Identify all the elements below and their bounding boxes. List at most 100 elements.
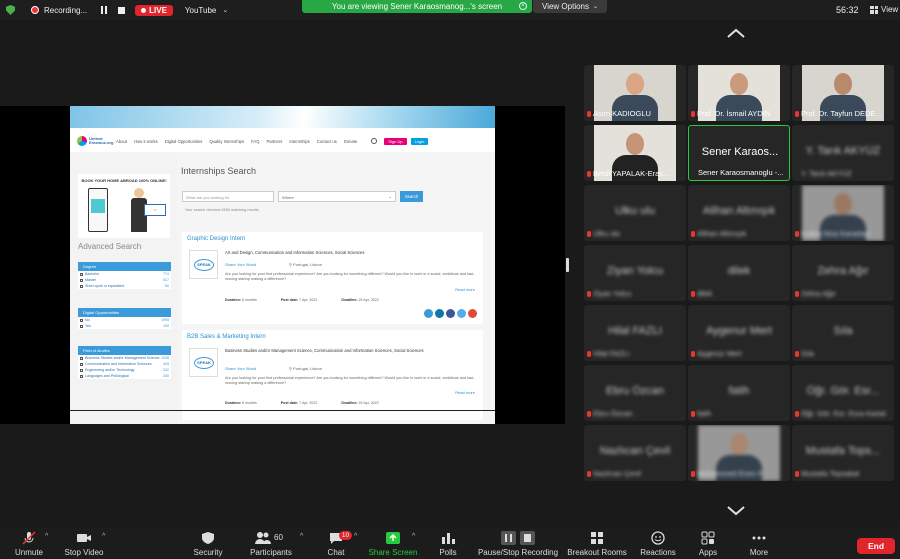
participants-button[interactable]: 60 Participants: [248, 527, 294, 559]
checkbox[interactable]: [80, 278, 83, 282]
view-button[interactable]: View: [870, 5, 898, 14]
nav-link-faq[interactable]: FAQ: [251, 139, 259, 144]
chevron-up-icon[interactable]: ^: [412, 533, 415, 540]
checkbox[interactable]: [80, 356, 83, 360]
participant-display-name: dilek: [727, 265, 751, 277]
checkbox[interactable]: [80, 368, 83, 372]
filter-option[interactable]: Yes 159: [78, 323, 171, 329]
participant-tile[interactable]: Muhammed Enes P.: [688, 425, 790, 481]
search-input[interactable]: What are you looking for: [182, 191, 274, 202]
participant-tile[interactable]: Asım KADIOGLU: [584, 65, 686, 121]
participant-tile[interactable]: Prof. Dr. İsmail AYDIN: [688, 65, 790, 121]
participant-tile[interactable]: Betül YAPALAK-Eras...: [584, 125, 686, 181]
participant-tile[interactable]: dilek dilek: [688, 245, 790, 301]
google-plus-icon[interactable]: [468, 309, 477, 318]
filter-heading: Digital Opportunities: [78, 308, 171, 317]
shield-icon[interactable]: [6, 5, 15, 15]
view-options-button[interactable]: View Options ⌄: [533, 0, 608, 13]
listing-company[interactable]: Share Your World: [225, 262, 256, 267]
shared-screen[interactable]: Unitest Erasmus.org About How it works D…: [0, 106, 565, 424]
participant-tile[interactable]: Kubra Nisa Karadayı: [792, 185, 894, 241]
nav-link-how-it-works[interactable]: How it works: [134, 139, 158, 144]
participant-tile[interactable]: Aygenur Mert Aygenur Mert: [688, 305, 790, 361]
participant-tile[interactable]: Hilal FAZLI Hilal FAZLI: [584, 305, 686, 361]
listing-company[interactable]: Share Your World: [225, 366, 256, 371]
security-button[interactable]: Security: [190, 527, 226, 559]
signup-button[interactable]: Sign Up: [384, 137, 407, 145]
participant-tile[interactable]: Alihan Altınışık Alihan Altınışık: [688, 185, 790, 241]
chevron-up-icon[interactable]: ^: [300, 533, 303, 540]
unmute-button[interactable]: Unmute: [12, 527, 46, 559]
breakout-rooms-button[interactable]: Breakout Rooms: [566, 527, 628, 559]
chevron-up-icon[interactable]: [726, 27, 746, 39]
search-icon[interactable]: [371, 138, 378, 144]
listing-title[interactable]: B2B Sales & Marketing Intern: [187, 334, 266, 340]
participant-tile[interactable]: Ulku ulu Ulku ulu: [584, 185, 686, 241]
participant-tile[interactable]: Öğr. Gör. Esr... Öğr. Gör. Esr. Esra Kart…: [792, 365, 894, 421]
more-button[interactable]: More: [746, 527, 772, 559]
participant-tile[interactable]: Zehra Ağır Zehra Ağır: [792, 245, 894, 301]
read-more-link[interactable]: Read more: [455, 287, 475, 292]
chevron-up-icon[interactable]: ^: [45, 533, 48, 540]
close-icon[interactable]: ×: [519, 2, 527, 10]
nav-link-partners[interactable]: Partners: [266, 139, 282, 144]
participant-tile[interactable]: Nazlıcan Çevil Nazlıcan Çevil: [584, 425, 686, 481]
checkbox[interactable]: [80, 324, 83, 328]
site-logo[interactable]: Unitest Erasmus.org: [77, 136, 113, 146]
more-dots-icon: [752, 536, 766, 540]
nav-link-about[interactable]: About: [116, 139, 127, 144]
where-select[interactable]: Where ⌄: [278, 191, 396, 202]
nav-link-digital-opportunities[interactable]: Digital Opportunities: [165, 139, 203, 144]
checkbox[interactable]: [80, 284, 83, 288]
twitter-icon[interactable]: [457, 309, 466, 318]
participant-tile[interactable]: Prof. Dr. Tayfun DEDE...: [792, 65, 894, 121]
linkedin-icon[interactable]: [435, 309, 444, 318]
checkbox[interactable]: [80, 362, 83, 366]
nav-link-quality-internships[interactable]: Quality Internships: [209, 139, 244, 144]
nav-link-internships[interactable]: Internships: [289, 139, 309, 144]
filter-option[interactable]: Short cycle or equivalent 60: [78, 283, 171, 289]
participant-tile[interactable]: Ziyan Yolcu Ziyan Yolcu: [584, 245, 686, 301]
read-more-link[interactable]: Read more: [455, 390, 475, 395]
listing-title[interactable]: Graphic Design Intern: [187, 236, 245, 242]
end-meeting-button[interactable]: End: [857, 538, 895, 554]
checkbox[interactable]: [80, 374, 83, 378]
ad-banner[interactable]: BOOK YOUR HOME ABROAD 100% ONLINE! ▭: [78, 174, 170, 238]
live-badge[interactable]: LIVE: [135, 4, 173, 16]
pause-stop-recording-button[interactable]: Pause/Stop Recording: [478, 527, 558, 559]
nav-link-contact[interactable]: Contact us: [317, 139, 337, 144]
search-button[interactable]: Search: [400, 191, 423, 202]
participant-tile[interactable]: Sener Karaos... Sener Karaosmanoglu -...: [688, 125, 790, 181]
listing-card[interactable]: B2B Sales & Marketing Intern SPEAK Busin…: [182, 330, 483, 420]
checkbox[interactable]: [80, 272, 83, 276]
chevron-up-icon[interactable]: ^: [102, 533, 105, 540]
nav-link-donate[interactable]: Donate: [344, 139, 358, 144]
share-screen-button[interactable]: Share Screen: [366, 527, 420, 559]
participant-tile[interactable]: Mustafa Tops... Mustafa Topsakal: [792, 425, 894, 481]
chevron-up-icon[interactable]: ^: [354, 533, 357, 540]
listing-meta: Duration: 6 months Post date: 7 Apr, 202…: [225, 401, 379, 405]
chevron-down-icon[interactable]: [726, 505, 746, 517]
polls-button[interactable]: Polls: [436, 527, 460, 559]
stop-recording-icon[interactable]: [118, 6, 126, 14]
participant-tile[interactable]: Sıla Sıla: [792, 305, 894, 361]
pause-recording-icon[interactable]: [101, 6, 109, 14]
resize-handle[interactable]: [566, 258, 569, 272]
participant-tile[interactable]: fatih fatih: [688, 365, 790, 421]
stream-target[interactable]: YouTube: [185, 6, 216, 15]
facebook-icon[interactable]: [446, 309, 455, 318]
shield-icon: [202, 532, 214, 544]
stop-video-button[interactable]: Stop Video: [62, 527, 106, 559]
reactions-button[interactable]: Reactions: [638, 527, 678, 559]
participant-tile[interactable]: Y. Tarık AKYÜZ Y. Tarık AKYÜZ: [792, 125, 894, 181]
chevron-down-icon[interactable]: ⌄: [222, 6, 228, 14]
participant-tile[interactable]: Ebru Özcan Ebru Özcan: [584, 365, 686, 421]
apps-button[interactable]: Apps: [696, 527, 720, 559]
listing-card[interactable]: Graphic Design Intern SPEAK Art and Desi…: [182, 232, 483, 324]
login-button[interactable]: Login: [410, 137, 429, 145]
email-icon[interactable]: [424, 309, 433, 318]
checkbox[interactable]: [80, 318, 83, 322]
speak-logo: SPEAK: [194, 259, 214, 271]
mic-muted-icon: [691, 111, 695, 117]
filter-option[interactable]: Languages and Philological 340: [78, 373, 171, 379]
